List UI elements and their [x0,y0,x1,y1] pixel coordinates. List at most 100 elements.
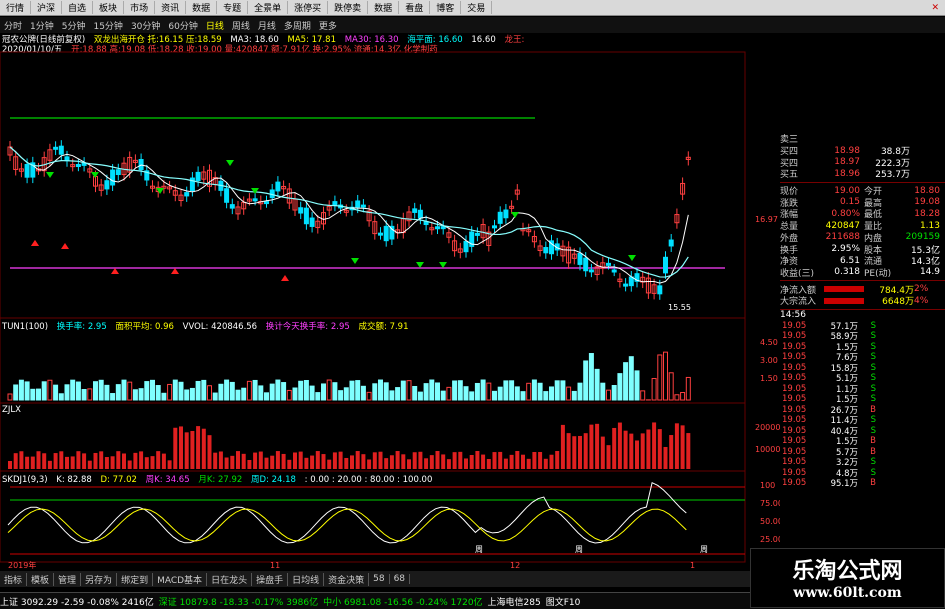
fund-flow-bar [150,456,155,469]
fund-flow-bar [560,424,565,469]
ind2-name: ZJLX [2,405,21,415]
turnover-bar [201,379,207,401]
fund-flow-bar [241,453,246,469]
indicator-button-1[interactable]: 模板 [27,572,55,586]
x-axis-label: 1 [690,561,695,570]
turnover-bar [492,390,497,401]
x-axis-label: 11 [270,561,280,570]
week-label: 周 [700,545,708,554]
ind1-c: VVOL: 420846.56 [182,322,258,332]
candle-body [463,240,469,253]
turnover-bar [286,389,292,401]
turnover-bar [543,391,549,401]
fund-flow-bar [652,422,657,469]
candle-body [298,207,304,214]
orderbook-row: 买四 18.98 38.8万 [780,145,945,158]
fund-flow-bar [161,453,166,469]
turnover-bar [298,380,304,401]
turnover-bar [121,379,127,401]
flow-bar [824,286,864,293]
orderbook-price: 18.97 [834,157,860,168]
fund-flow-bar [452,452,457,469]
fund-flow-bar [663,446,668,469]
indicator-button-0[interactable]: 指标 [0,572,28,586]
indicator-button-2[interactable]: 管理 [54,572,82,586]
fund-flow-bar [13,453,18,469]
ind3-tick: 75.00 [760,499,780,508]
ind3-d: D: 77.02 [100,475,137,485]
quote-value-2: 14.3亿 [910,257,940,268]
tick-price: 19.05 [782,373,807,384]
tick-row: 19.05 58.9万 S [780,331,945,342]
turnover-bar [315,392,321,401]
indicator-button-9[interactable]: 资金决策 [324,572,370,586]
candle-body [417,209,423,219]
fund-flow-bar [19,451,24,469]
status-f10[interactable]: 图文F10 [546,595,581,608]
fund-flow-bar [680,425,685,469]
fund-flow-bar [503,458,508,469]
sell-marker [156,188,164,194]
turnover-bar [303,380,309,401]
fund-flow-bar [441,454,446,469]
sell-marker [439,262,447,268]
quote-row: 净资 6.51 流通 14.3亿 [780,255,945,268]
candle-body [360,204,366,208]
fund-flow-bar [600,436,605,469]
turnover-bar [389,390,395,401]
fund-flow-bar [25,456,30,469]
candle-body [378,232,383,236]
turnover-bar [486,382,492,401]
fund-flow-bar [361,454,366,469]
tick-side: S [870,457,876,468]
fund-flow-bar [498,451,503,469]
turnover-bar [674,394,680,401]
indicator-button-7[interactable]: 操盘手 [252,572,289,586]
status-telecom: 上海电信285 [487,597,541,608]
turnover-bar [138,388,144,401]
tick-row: 19.05 1.5万 S [780,341,945,353]
fund-flow-bar [446,459,451,469]
candle-body [611,269,617,273]
quote-value: 6.51 [839,255,860,266]
turnover-bar [343,387,349,401]
turnover-bar [269,383,275,401]
fund-flow-bar [116,451,121,469]
quote-label-2: PE(动) [864,268,892,279]
watermark: 乐淘公式网 www.60lt.com [750,548,945,608]
turnover-bar [452,380,458,401]
fund-flow-bar [401,454,406,469]
indicator-button-10[interactable]: 58 [369,574,390,584]
candle-body [53,146,59,150]
fund-flow-bar [139,451,144,469]
indicator-button-6[interactable]: 日在龙头 [207,572,253,586]
ind2-tick: 20000 [755,423,780,432]
fund-flow-bar [332,452,337,469]
indicator-button-4[interactable]: 绑定到 [117,572,154,586]
turnover-bar [566,386,572,401]
candle-body [623,283,629,287]
flow-row: 大宗流入 6648万 4% [780,295,945,308]
quote-row: 现价 19.00 今开 18.80 [780,185,945,198]
tick-row: 19.05 11.4万 S [780,415,945,426]
fund-flow-bar [270,455,275,469]
indicator-button-11[interactable]: 68 [390,574,411,584]
fund-flow-bar [304,457,309,469]
ind1-tick: 4.50 [760,338,778,347]
fund-flow-bar [578,435,582,469]
ind1-tick: 1.50 [760,374,778,383]
indicator-button-8[interactable]: 日均线 [288,572,325,586]
fund-flow-bar [53,453,58,469]
turnover-bar [571,390,577,401]
indicator-button-3[interactable]: 另存为 [81,572,118,586]
turnover-bar [360,385,366,401]
fund-flow-bar [492,452,497,469]
flow-percent: 4% [914,295,929,306]
turnover-bar [53,384,59,401]
fund-flow-bar [327,459,332,469]
quote-row: 外盘 211688 内盘 209159 [780,232,945,244]
close-icon[interactable]: ✕ [925,3,945,13]
x-axis-label: 12 [510,561,520,570]
indicator-button-5[interactable]: MACD基本 [153,572,208,586]
turnover-bar [349,380,355,401]
